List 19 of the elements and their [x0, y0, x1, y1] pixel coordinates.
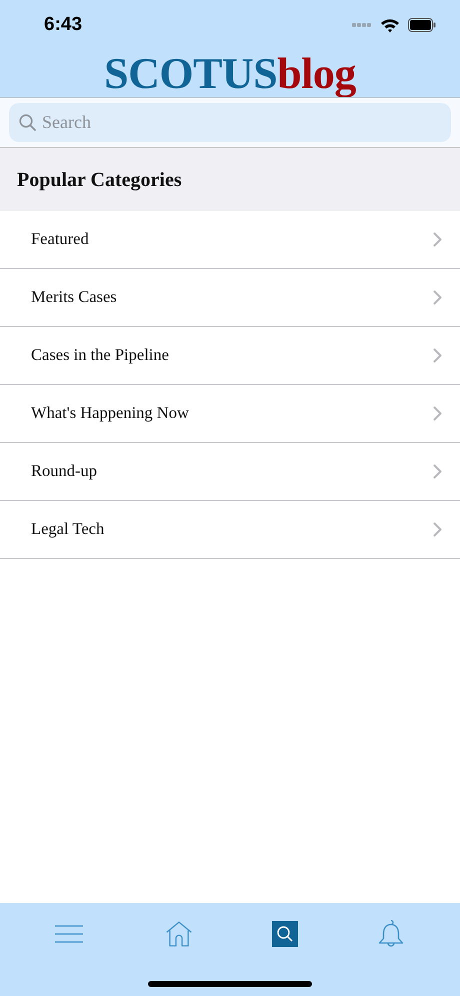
chevron-icon [433, 464, 442, 479]
chevron-icon [433, 290, 442, 305]
section-header: Popular Categories [0, 148, 460, 211]
wifi-icon [380, 18, 400, 32]
home-icon [165, 919, 193, 949]
battery-icon [408, 18, 436, 32]
search-icon [276, 925, 294, 943]
search-button[interactable] [272, 921, 298, 947]
bell-icon [378, 919, 404, 949]
chevron-icon [433, 522, 442, 537]
menu-icon [55, 925, 83, 943]
chevron-icon [433, 348, 442, 363]
status-time: 6:43 [44, 12, 82, 37]
logo: SCOTUSblog [103, 50, 357, 97]
search-field[interactable]: Search [9, 103, 451, 142]
signal-icon [352, 23, 372, 27]
search-icon [19, 114, 36, 131]
chevron-icon [433, 232, 442, 247]
chevron-icon [433, 406, 442, 421]
